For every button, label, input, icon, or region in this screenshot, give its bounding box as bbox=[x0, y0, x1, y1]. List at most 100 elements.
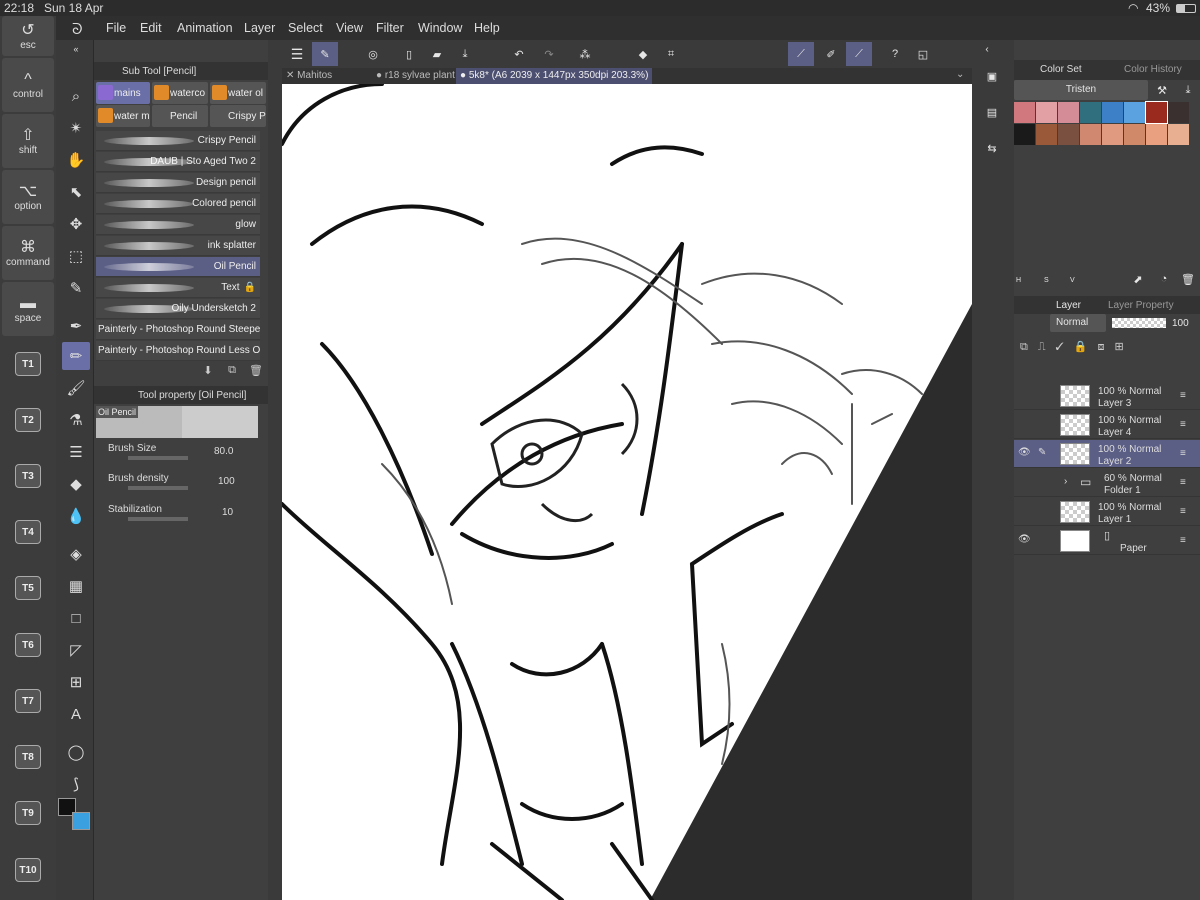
move-icon[interactable]: ✥ bbox=[62, 210, 90, 238]
opacity-value[interactable]: 100 bbox=[1172, 318, 1189, 329]
color-swatch[interactable] bbox=[1014, 102, 1035, 123]
new-file-icon[interactable]: ▯ bbox=[398, 44, 420, 64]
object-select-icon[interactable]: ⬉ bbox=[62, 178, 90, 206]
trash-icon[interactable]: 🗑 bbox=[1180, 272, 1196, 286]
brush-item[interactable]: ink splatter bbox=[96, 236, 260, 256]
figure-icon[interactable]: □ bbox=[62, 604, 90, 632]
layer-row-selected[interactable]: 👁 ✎ 100 % Normal Layer 2 ≡ bbox=[1014, 440, 1200, 468]
brush-item[interactable]: Painterly - Photoshop Round Steeper F bbox=[96, 320, 260, 340]
t9-key[interactable]: T9 bbox=[15, 801, 41, 825]
collapse-panel-icon[interactable]: « bbox=[62, 42, 90, 56]
color-swatch[interactable] bbox=[1036, 124, 1057, 145]
airbrush-icon[interactable]: ⚗ bbox=[62, 406, 90, 434]
fill-bucket-icon[interactable]: ◆ bbox=[632, 44, 654, 64]
t2-key[interactable]: T2 bbox=[15, 408, 41, 432]
doc-tab-active[interactable]: ● 5k8* (A6 2039 x 1447px 350dpi 203.3%) bbox=[456, 68, 653, 84]
hand-icon[interactable]: ✋ bbox=[62, 146, 90, 174]
t8-key[interactable]: T8 bbox=[15, 745, 41, 769]
color-swatch[interactable] bbox=[1014, 124, 1035, 145]
undo-icon[interactable]: ↶ bbox=[508, 44, 530, 64]
layer-menu-icon[interactable]: ≡ bbox=[1180, 390, 1186, 401]
t3-key[interactable]: T3 bbox=[15, 464, 41, 488]
color-swatch[interactable] bbox=[1036, 102, 1057, 123]
brush-icon[interactable]: 🖌 bbox=[62, 374, 90, 402]
crop-icon[interactable]: ⌗ bbox=[660, 44, 682, 64]
color-swatch[interactable] bbox=[1080, 102, 1101, 123]
expand-left-icon[interactable]: ‹ bbox=[980, 42, 994, 56]
frame-icon[interactable]: ⊞ bbox=[62, 668, 90, 696]
marquee-icon[interactable]: ⬚ bbox=[62, 242, 90, 270]
brush-snap-icon[interactable]: ✐ bbox=[820, 44, 842, 64]
tab-color-history[interactable]: Color History bbox=[1124, 64, 1182, 75]
space-key[interactable]: ▬ space bbox=[2, 282, 54, 336]
shift-key[interactable]: ⇧ shift bbox=[2, 114, 54, 168]
spiral-icon[interactable]: ◎ bbox=[362, 44, 384, 64]
loading-icon[interactable]: ⁂ bbox=[574, 44, 596, 64]
layer-action-icons[interactable]: ⧉⎍✓🔒⧈⊞ bbox=[1020, 340, 1196, 354]
fill-icon[interactable]: ◈ bbox=[62, 540, 90, 568]
menu-help[interactable]: Help bbox=[474, 21, 500, 35]
wrench-icon[interactable]: ⚒ bbox=[1154, 82, 1170, 98]
save-icon[interactable]: ⤓ bbox=[454, 44, 476, 64]
menu-animation[interactable]: Animation bbox=[177, 21, 233, 35]
brush-item[interactable]: Design pencil bbox=[96, 173, 260, 193]
brush-item[interactable]: Crispy Pencil bbox=[96, 131, 260, 151]
layer-menu-icon[interactable]: ≡ bbox=[1180, 448, 1186, 459]
eyedropper-icon[interactable]: ✎ bbox=[62, 274, 90, 302]
brush-item-selected[interactable]: Oil Pencil bbox=[96, 257, 260, 277]
drawing-canvas[interactable] bbox=[282, 84, 972, 900]
menu-filter[interactable]: Filter bbox=[376, 21, 404, 35]
tab-color-set[interactable]: Color Set bbox=[1040, 64, 1082, 75]
brush-density-slider[interactable] bbox=[128, 486, 188, 490]
stabilization-slider[interactable] bbox=[128, 517, 188, 521]
folder-row[interactable]: › ▭ 60 % Normal Folder 1 ≡ bbox=[1014, 469, 1200, 497]
brush-item[interactable]: Text 🔒 bbox=[96, 278, 260, 298]
menu-layer[interactable]: Layer bbox=[244, 21, 275, 35]
brush-density-value[interactable]: 100 bbox=[218, 476, 235, 487]
menu-view[interactable]: View bbox=[336, 21, 363, 35]
gradient-icon[interactable]: ▦ bbox=[62, 572, 90, 600]
chevron-down-icon[interactable]: ⌄ bbox=[956, 69, 964, 80]
menu-select[interactable]: Select bbox=[288, 21, 323, 35]
layer-row[interactable]: 100 % Normal Layer 1 ≡ bbox=[1014, 498, 1200, 526]
balloon-icon[interactable]: ◯ bbox=[62, 738, 90, 766]
transform-icon[interactable]: ◱ bbox=[912, 44, 934, 64]
color-swatch[interactable] bbox=[1146, 124, 1167, 145]
layer-menu-icon[interactable]: ≡ bbox=[1180, 506, 1186, 517]
trash-icon[interactable]: 🗑 bbox=[248, 362, 264, 378]
swap-icon[interactable]: ⇆ bbox=[980, 136, 1004, 160]
help-icon[interactable]: ? bbox=[884, 44, 906, 64]
correct-line-icon[interactable]: ⟆ bbox=[62, 770, 90, 798]
subtool-tab-water-m[interactable]: water m bbox=[96, 105, 150, 127]
doc-tab-sylvae[interactable]: ● r18 sylvae plant bbox=[376, 70, 455, 81]
subtool-tab-crispy[interactable]: Crispy P bbox=[210, 105, 266, 127]
navigator-icon[interactable]: ▣ bbox=[980, 64, 1004, 88]
layer-icon[interactable]: ▤ bbox=[980, 100, 1004, 124]
menu-edit[interactable]: Edit bbox=[140, 21, 162, 35]
add-color-icon[interactable]: ⬈ bbox=[1130, 272, 1146, 286]
app-logo-icon[interactable]: ᘐ bbox=[72, 21, 83, 38]
subtool-tab-mains[interactable]: mains bbox=[96, 82, 150, 104]
layer-menu-icon[interactable]: ≡ bbox=[1180, 477, 1186, 488]
menu-icon[interactable]: ☰ bbox=[286, 44, 308, 64]
stabilization-value[interactable]: 10 bbox=[222, 507, 233, 518]
menu-window[interactable]: Window bbox=[418, 21, 462, 35]
ruler-icon[interactable]: ◸ bbox=[62, 636, 90, 664]
command-key[interactable]: ⌘ command bbox=[2, 226, 54, 280]
color-swatch[interactable] bbox=[1102, 124, 1123, 145]
tab-layer[interactable]: Layer bbox=[1056, 300, 1081, 311]
opacity-slider[interactable] bbox=[1112, 318, 1166, 328]
t7-key[interactable]: T7 bbox=[15, 689, 41, 713]
blend-mode-select[interactable]: Normal bbox=[1050, 314, 1106, 332]
t5-key[interactable]: T5 bbox=[15, 576, 41, 600]
eye-icon[interactable]: 👁 bbox=[1018, 447, 1031, 458]
brush-size-slider[interactable] bbox=[128, 456, 188, 460]
eraser-icon[interactable]: ◆ bbox=[62, 470, 90, 498]
subtool-tab-pencil[interactable]: Pencil bbox=[152, 105, 208, 127]
t1-key[interactable]: T1 bbox=[15, 352, 41, 376]
brush-item[interactable]: Colored pencil bbox=[96, 194, 260, 214]
color-drop-icon[interactable]: ◔ bbox=[1156, 272, 1172, 286]
decoration-icon[interactable]: ☰ bbox=[62, 438, 90, 466]
color-set-select[interactable]: Tristen bbox=[1014, 80, 1148, 100]
new-subtool-icon[interactable]: ⬇ bbox=[200, 362, 216, 378]
